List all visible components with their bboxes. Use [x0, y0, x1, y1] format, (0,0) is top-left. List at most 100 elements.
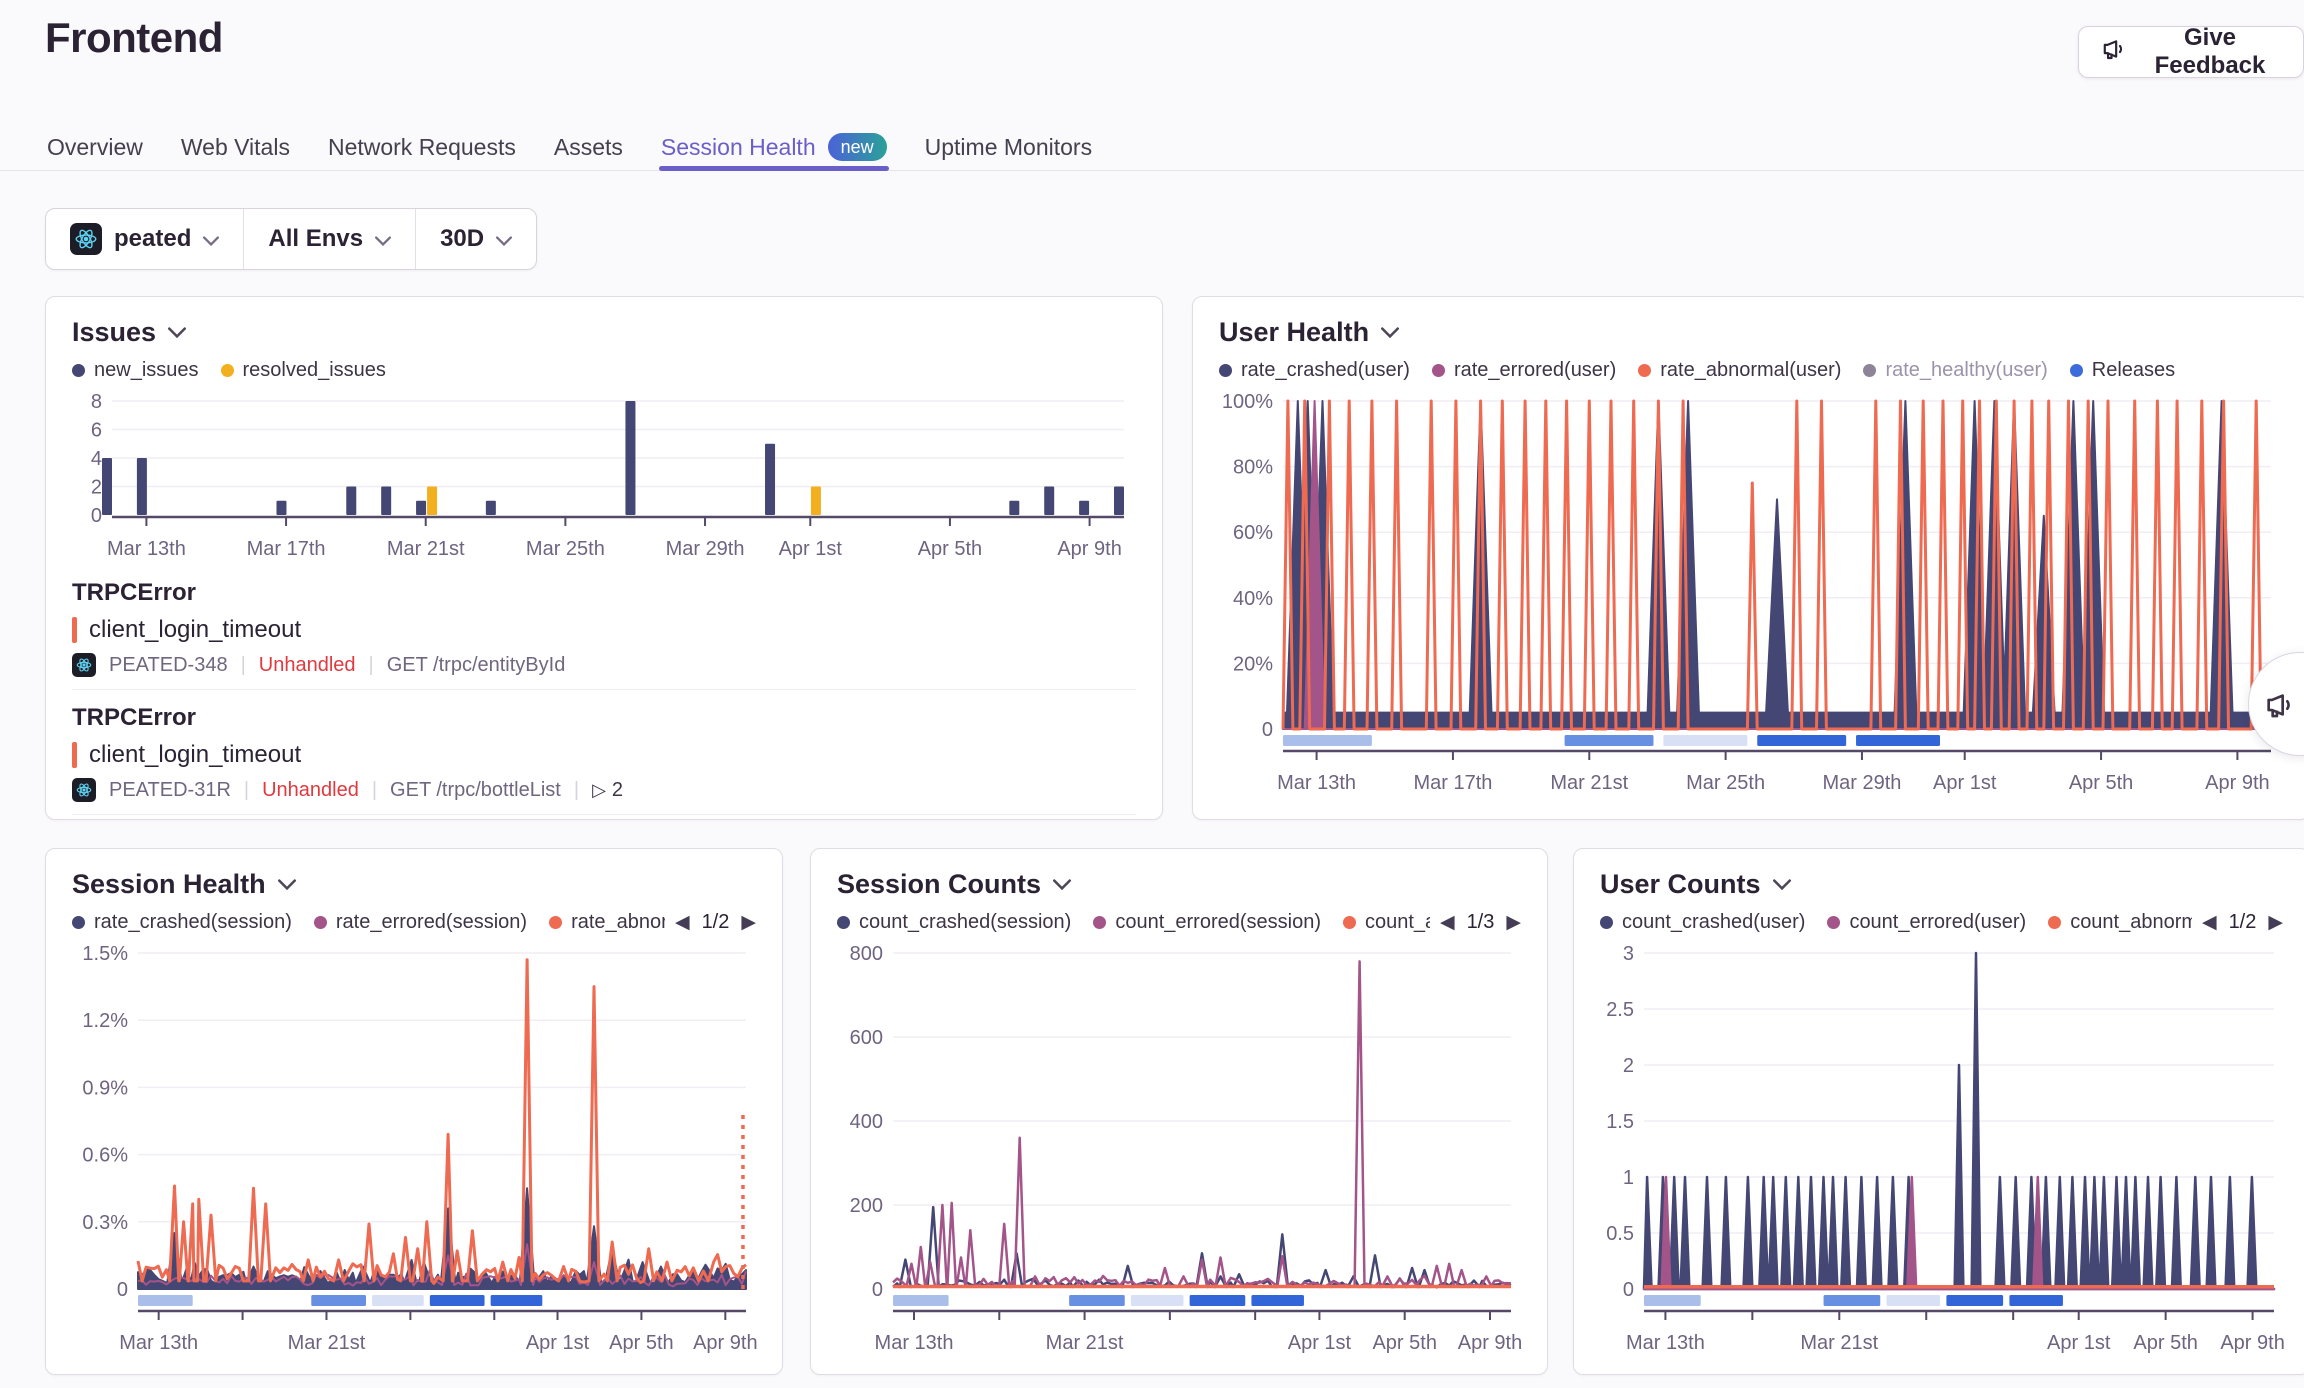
megaphone-icon [2101, 36, 2127, 69]
session-health-chart[interactable]: 00.3%0.6%0.9%1.2%1.5%Mar 13thMar 21stApr… [72, 945, 758, 1353]
legend-item-releases[interactable]: Releases [2070, 359, 2175, 382]
issue-row[interactable]: TRPCErrorclient_login_timeoutPEATED-348|… [72, 565, 1136, 690]
pager-prev-icon[interactable]: ◀ [675, 913, 690, 932]
legend-item-rate-crashed-user-[interactable]: rate_crashed(user) [1219, 359, 1410, 382]
legend-label: rate_crashed(session) [94, 911, 292, 934]
svg-text:Apr 5th: Apr 5th [2069, 772, 2133, 793]
legend-item-count-abnorm[interactable]: count_abnorm [2048, 911, 2198, 934]
legend-item-rate-errored-user-[interactable]: rate_errored(user) [1432, 359, 1616, 382]
pager-next-icon[interactable]: ▶ [741, 913, 756, 932]
svg-text:1.2%: 1.2% [82, 1010, 128, 1032]
filter-bar: peated All Envs 30D [45, 208, 537, 270]
issue-unhandled-tag: Unhandled [262, 779, 359, 802]
legend-item-count-crashed-user-[interactable]: count_crashed(user) [1600, 911, 1805, 934]
project-selector[interactable]: peated [46, 209, 243, 269]
user-health-panel-header[interactable]: User Health [1219, 315, 2283, 349]
legend-item-count-a[interactable]: count_a [1343, 911, 1436, 934]
legend-label: rate_crashed(user) [1241, 359, 1410, 382]
legend-label: rate_abnorr [571, 911, 674, 934]
user-health-chart[interactable]: 020%40%60%80%100%Mar 13thMar 17thMar 21s… [1219, 393, 2285, 793]
svg-text:Mar 13th: Mar 13th [107, 538, 186, 560]
pager-prev-icon[interactable]: ◀ [1440, 913, 1455, 932]
pager-next-icon[interactable]: ▶ [2268, 913, 2283, 932]
environment-selector-label: All Envs [268, 225, 363, 253]
pager-prev-icon[interactable]: ◀ [2202, 913, 2217, 932]
legend-label: Releases [2092, 359, 2175, 382]
issues-list: TRPCErrorclient_login_timeoutPEATED-348|… [72, 565, 1136, 815]
legend-item-resolved-issues[interactable]: resolved_issues [221, 359, 386, 382]
new-badge: new [828, 133, 887, 161]
svg-text:6: 6 [91, 420, 102, 442]
svg-text:0.9%: 0.9% [82, 1077, 128, 1099]
issues-panel-title: Issues [72, 317, 156, 348]
svg-text:Mar 25th: Mar 25th [526, 538, 605, 560]
legend-item-count-crashed-session-[interactable]: count_crashed(session) [837, 911, 1071, 934]
svg-text:200: 200 [850, 1195, 883, 1217]
legend-dot [1863, 364, 1876, 377]
svg-text:Apr 9th: Apr 9th [2205, 772, 2269, 793]
svg-text:Apr 9th: Apr 9th [693, 1332, 757, 1353]
environment-selector[interactable]: All Envs [244, 209, 415, 269]
session-health-panel-header[interactable]: Session Health [72, 867, 756, 901]
legend-label: rate_errored(session) [336, 911, 527, 934]
legend-label: resolved_issues [243, 359, 386, 382]
legend-item-rate-errored-session-[interactable]: rate_errored(session) [314, 911, 527, 934]
svg-text:3: 3 [1623, 945, 1634, 965]
svg-text:600: 600 [850, 1027, 883, 1049]
user-counts-panel-header[interactable]: User Counts [1600, 867, 2283, 901]
tab-assets[interactable]: Assets [552, 110, 625, 170]
svg-text:1.5: 1.5 [1606, 1111, 1634, 1133]
issue-short-id: PEATED-31R [109, 779, 231, 802]
issue-row[interactable]: TRPCErrorclient_login_timeoutPEATED-31R|… [72, 690, 1136, 815]
tab-overview[interactable]: Overview [45, 110, 145, 170]
user-counts-panel: User Counts count_crashed(user) count_err… [1573, 848, 2304, 1375]
chevron-down-icon [375, 225, 391, 253]
legend-item-rate-healthy-user-[interactable]: rate_healthy(user) [1863, 359, 2047, 382]
user-counts-chart[interactable]: 00.511.522.53Mar 13thMar 21stApr 1stApr … [1600, 945, 2286, 1353]
pager-page-indicator: 1/2 [2229, 911, 2257, 934]
tab-network-requests[interactable]: Network Requests [326, 110, 518, 170]
issue-error-type[interactable]: TRPCError [72, 704, 1136, 732]
legend-item-count-errored-session-[interactable]: count_errored(session) [1093, 911, 1321, 934]
legend-item-count-errored-user-[interactable]: count_errored(user) [1827, 911, 2026, 934]
issue-replay-count[interactable]: ▷2 [592, 779, 623, 802]
date-range-selector[interactable]: 30D [416, 209, 536, 269]
legend-dot [1638, 364, 1651, 377]
issues-panel: Issues new_issuesresolved_issues 02468Ma… [45, 296, 1163, 820]
legend-item-rate-crashed-session-[interactable]: rate_crashed(session) [72, 911, 292, 934]
svg-text:Mar 17th: Mar 17th [247, 538, 326, 560]
legend-label: count_crashed(user) [1622, 911, 1805, 934]
legend-label: rate_healthy(user) [1885, 359, 2047, 382]
legend-item-rate-abnorr[interactable]: rate_abnorr [549, 911, 674, 934]
svg-text:0.6%: 0.6% [82, 1145, 128, 1167]
legend-label: count_abnorm [2070, 911, 2198, 934]
svg-text:Mar 13th: Mar 13th [1277, 772, 1356, 793]
issues-chart[interactable]: 02468Mar 13thMar 17thMar 21stMar 25thMar… [72, 393, 1138, 565]
svg-text:Mar 13th: Mar 13th [875, 1332, 954, 1353]
svg-text:2: 2 [91, 477, 102, 499]
svg-text:400: 400 [850, 1111, 883, 1133]
tab-web-vitals[interactable]: Web Vitals [179, 110, 292, 170]
pager-next-icon[interactable]: ▶ [1506, 913, 1521, 932]
tab-uptime-monitors[interactable]: Uptime Monitors [923, 110, 1094, 170]
legend-dot [2048, 916, 2061, 929]
legend-dot [549, 916, 562, 929]
tab-session-health[interactable]: Session Healthnew [659, 110, 889, 170]
svg-text:Mar 21st: Mar 21st [1046, 1332, 1124, 1353]
chevron-down-icon [496, 225, 512, 253]
svg-text:1: 1 [1623, 1167, 1634, 1189]
session-health-panel-title: Session Health [72, 869, 266, 900]
chevron-down-icon [203, 225, 219, 253]
session-counts-legend: count_crashed(session) count_errored(sess… [837, 907, 1521, 937]
legend-dot [1093, 916, 1106, 929]
chevron-down-icon [1381, 325, 1399, 343]
svg-text:Mar 25th: Mar 25th [1686, 772, 1765, 793]
session-counts-panel-header[interactable]: Session Counts [837, 867, 1521, 901]
issue-endpoint: GET /trpc/bottleList [390, 779, 561, 802]
legend-item-new-issues[interactable]: new_issues [72, 359, 199, 382]
give-feedback-button[interactable]: Give Feedback [2078, 26, 2304, 78]
session-counts-chart[interactable]: 0200400600800Mar 13thMar 21stApr 1stApr … [837, 945, 1523, 1353]
issues-panel-header[interactable]: Issues [72, 315, 1136, 349]
legend-item-rate-abnormal-user-[interactable]: rate_abnormal(user) [1638, 359, 1841, 382]
issue-error-type[interactable]: TRPCError [72, 579, 1136, 607]
